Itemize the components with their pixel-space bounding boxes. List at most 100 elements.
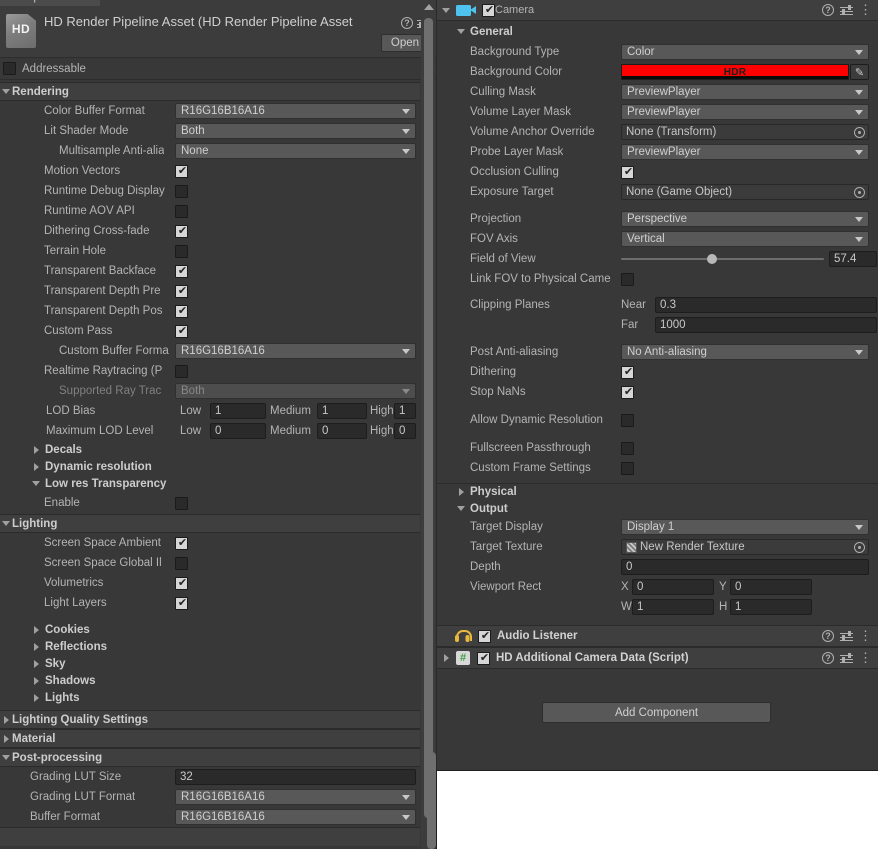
subsection-dynamic-resolution[interactable]: Dynamic resolution xyxy=(0,458,420,475)
checkbox-runtime-aov-api[interactable] xyxy=(175,204,188,218)
chevron-down-icon[interactable] xyxy=(440,0,452,20)
add-component-button[interactable]: Add Component xyxy=(542,702,771,723)
input-viewport-x[interactable]: 0 xyxy=(632,579,714,595)
section-header-rendering[interactable]: Rendering xyxy=(0,82,420,101)
checkbox-light-layers[interactable] xyxy=(175,595,189,611)
component-header-hd-additional-camera-data[interactable]: # HD Additional Camera Data (Script) ? ⋮ xyxy=(437,647,878,669)
dropdown-background-type[interactable]: Color xyxy=(621,44,869,60)
checkbox-dithering-cross-fade[interactable] xyxy=(175,223,189,239)
preset-sliders-icon[interactable] xyxy=(840,630,853,642)
object-picker-icon[interactable] xyxy=(854,542,865,553)
subsection-physical[interactable]: Physical xyxy=(437,483,878,500)
component-header-audio-listener[interactable]: Audio Listener ? ⋮ xyxy=(437,625,878,647)
help-icon[interactable]: ? xyxy=(822,630,834,642)
preset-sliders-icon[interactable] xyxy=(840,4,853,16)
preset-sliders-icon[interactable] xyxy=(840,652,853,664)
subsection-cookies[interactable]: Cookies xyxy=(0,621,420,638)
checkbox-screen-space-ambient-occlusion[interactable] xyxy=(175,535,189,551)
addressable-checkbox[interactable] xyxy=(3,62,16,75)
checkbox-screen-space-global-illumination[interactable] xyxy=(175,556,188,570)
dropdown-culling-mask[interactable]: PreviewPlayer xyxy=(621,84,869,100)
input-clipping-near[interactable]: 0.3 xyxy=(655,297,877,313)
input-clipping-far[interactable]: 1000 xyxy=(655,317,877,333)
object-picker-icon[interactable] xyxy=(854,127,865,138)
checkbox-motion-vectors[interactable] xyxy=(175,163,189,179)
input-viewport-h[interactable]: 1 xyxy=(730,599,812,615)
checkbox-occlusion-culling[interactable] xyxy=(621,164,635,180)
dropdown-buffer-format[interactable]: R16G16B16A16 xyxy=(175,809,416,825)
dropdown-post-anti-aliasing[interactable]: No Anti-aliasing xyxy=(621,344,869,360)
input-max-lod-medium[interactable]: 0 xyxy=(317,423,367,439)
left-scrollbar-thumb[interactable] xyxy=(424,18,433,818)
input-depth[interactable]: 0 xyxy=(621,559,869,575)
checkbox-transparent-depth-prepass[interactable] xyxy=(175,283,189,299)
dropdown-multisample-anti-aliasing[interactable]: None xyxy=(175,143,416,159)
section-header-partial-next[interactable] xyxy=(0,827,420,846)
subsection-sky[interactable]: Sky xyxy=(0,655,420,672)
dropdown-volume-layer-mask[interactable]: PreviewPlayer xyxy=(621,104,869,120)
subsection-low-res-transparency[interactable]: Low res Transparency xyxy=(0,475,420,492)
kebab-menu-icon[interactable]: ⋮ xyxy=(859,629,872,642)
checkbox-stop-nans[interactable] xyxy=(621,384,635,400)
input-viewport-y[interactable]: 0 xyxy=(730,579,812,595)
section-header-lighting[interactable]: Lighting xyxy=(0,514,420,533)
help-icon[interactable]: ? xyxy=(822,652,834,664)
subsection-reflections[interactable]: Reflections xyxy=(0,638,420,655)
checkbox-terrain-hole[interactable] xyxy=(175,244,188,258)
checkbox-transparent-depth-postpass[interactable] xyxy=(175,303,189,319)
checkbox-volumetrics[interactable] xyxy=(175,575,189,591)
checkbox-camera-enabled[interactable] xyxy=(482,2,496,18)
right-scrollbar-thumb[interactable] xyxy=(427,752,436,849)
subsection-shadows[interactable]: Shadows xyxy=(0,672,420,689)
checkbox-low-res-enable[interactable] xyxy=(175,496,188,510)
objectfield-volume-anchor-override[interactable]: None (Transform) xyxy=(621,124,869,140)
dropdown-lit-shader-mode[interactable]: Both xyxy=(175,123,416,139)
checkbox-allow-dynamic-resolution[interactable] xyxy=(621,413,634,427)
checkbox-dithering[interactable] xyxy=(621,364,635,380)
dropdown-fov-axis[interactable]: Vertical xyxy=(621,231,869,247)
eyedropper-icon[interactable]: ✎ xyxy=(850,64,869,80)
chevron-right-icon[interactable] xyxy=(440,648,452,668)
dropdown-projection[interactable]: Perspective xyxy=(621,211,869,227)
input-lod-bias-low[interactable]: 1 xyxy=(210,403,266,419)
component-header-camera[interactable]: Camera ? ⋮ xyxy=(437,0,878,21)
dropdown-color-buffer-format[interactable]: R16G16B16A16 xyxy=(175,103,416,119)
input-max-lod-high[interactable]: 0 xyxy=(394,423,416,439)
kebab-menu-icon[interactable]: ⋮ xyxy=(859,3,872,16)
help-icon[interactable]: ? xyxy=(822,4,834,16)
subsection-decals[interactable]: Decals xyxy=(0,441,420,458)
dropdown-probe-layer-mask[interactable]: PreviewPlayer xyxy=(621,144,869,160)
checkbox-audio-listener-enabled[interactable] xyxy=(478,628,492,644)
dropdown-custom-buffer-format[interactable]: R16G16B16A16 xyxy=(175,343,416,359)
section-header-lighting-quality-settings[interactable]: Lighting Quality Settings xyxy=(0,710,420,729)
input-lod-bias-medium[interactable]: 1 xyxy=(317,403,367,419)
checkbox-realtime-raytracing[interactable] xyxy=(175,364,188,378)
object-picker-icon[interactable] xyxy=(854,187,865,198)
color-swatch-background-color[interactable]: HDR xyxy=(621,64,849,80)
input-max-lod-low[interactable]: 0 xyxy=(210,423,266,439)
kebab-menu-icon[interactable]: ⋮ xyxy=(859,651,872,664)
slider-handle[interactable] xyxy=(707,254,718,264)
section-header-material[interactable]: Material xyxy=(0,729,420,748)
slider-field-of-view[interactable] xyxy=(621,251,824,267)
left-scrollbar[interactable] xyxy=(421,0,435,849)
input-field-of-view[interactable]: 57.4 xyxy=(829,251,877,267)
dropdown-target-display[interactable]: Display 1 xyxy=(621,519,869,535)
checkbox-transparent-backface[interactable] xyxy=(175,263,189,279)
input-grading-lut-size[interactable]: 32 xyxy=(175,769,416,785)
checkbox-runtime-debug-display[interactable] xyxy=(175,184,188,198)
checkbox-hd-camera-data-enabled[interactable] xyxy=(477,650,491,666)
input-lod-bias-high[interactable]: 1 xyxy=(394,403,416,419)
input-viewport-w[interactable]: 1 xyxy=(632,599,714,615)
dropdown-grading-lut-format[interactable]: R16G16B16A16 xyxy=(175,789,416,805)
subsection-output[interactable]: Output xyxy=(437,500,878,517)
scroll-up-arrow-icon[interactable] xyxy=(424,4,434,10)
subsection-general[interactable]: General xyxy=(437,21,878,42)
checkbox-link-fov-physical-camera[interactable] xyxy=(621,272,634,286)
checkbox-custom-pass[interactable] xyxy=(175,323,189,339)
checkbox-custom-frame-settings[interactable] xyxy=(621,461,634,475)
checkbox-fullscreen-passthrough[interactable] xyxy=(621,441,634,455)
help-icon[interactable]: ? xyxy=(400,16,414,30)
subsection-lights[interactable]: Lights xyxy=(0,689,420,706)
objectfield-target-texture[interactable]: New Render Texture xyxy=(621,539,869,555)
